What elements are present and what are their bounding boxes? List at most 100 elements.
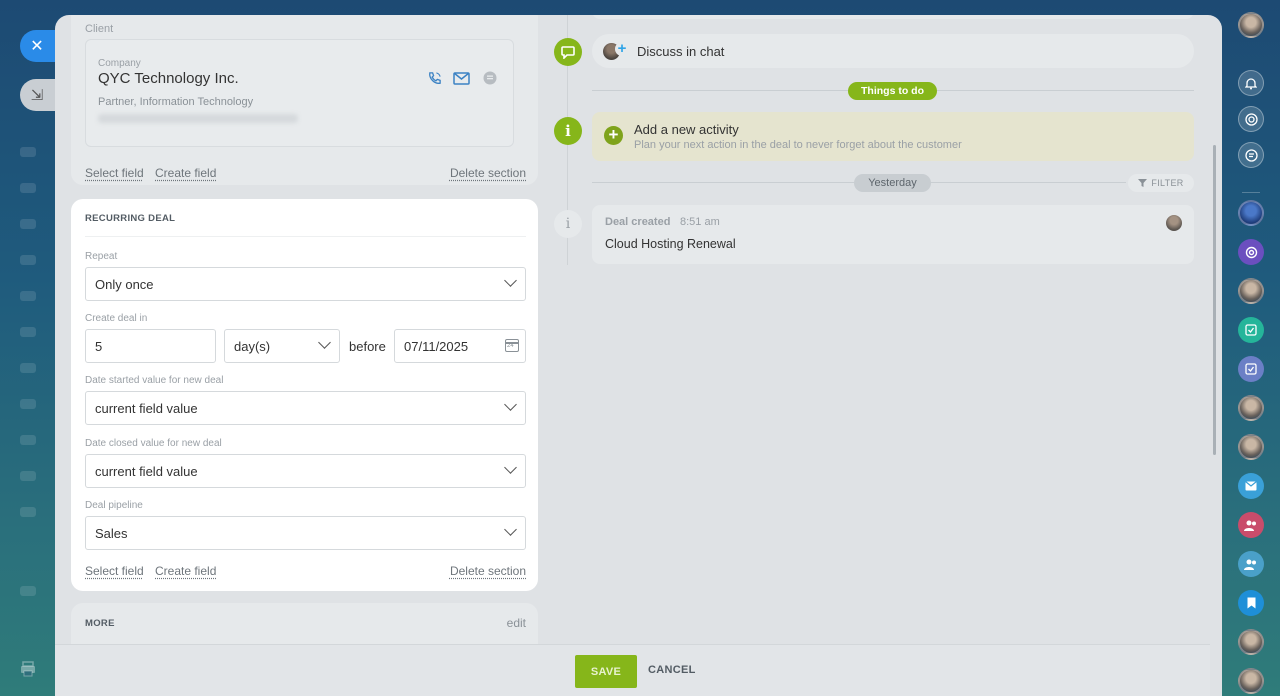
repeat-value: Only once <box>95 276 154 292</box>
deal-created-label: Deal created <box>605 216 671 228</box>
add-activity-card[interactable]: + Add a new activity Plan your next acti… <box>592 112 1194 161</box>
delete-section-link[interactable]: Delete section <box>450 564 526 578</box>
avatar[interactable] <box>1238 629 1264 655</box>
date-value: 07/11/2025 <box>404 338 469 354</box>
chevron-down-icon <box>504 461 517 474</box>
delete-section-link[interactable]: Delete section <box>450 166 526 180</box>
check-icon[interactable] <box>1238 317 1264 343</box>
create-field-link[interactable]: Create field <box>155 564 216 578</box>
discuss-in-chat-row[interactable]: + Discuss in chat <box>592 34 1194 68</box>
check-icon[interactable] <box>1238 356 1264 382</box>
nav-placeholder[interactable] <box>20 147 36 157</box>
deal-slider-panel: Client Company QYC Technology Inc. Partn… <box>55 15 1222 696</box>
avatar[interactable] <box>1166 215 1182 231</box>
date-started-label: Date started value for new deal <box>85 375 224 386</box>
info-icon: i <box>554 210 582 238</box>
filter-label: FILTER <box>1151 178 1184 188</box>
chat-bubble-icon <box>554 38 582 66</box>
deal-pipeline-select[interactable]: Sales <box>85 516 526 550</box>
nav-placeholder[interactable] <box>20 219 36 229</box>
bell-icon[interactable] <box>1238 70 1264 96</box>
select-field-link[interactable]: Select field <box>85 166 144 180</box>
repeat-label: Repeat <box>85 251 118 262</box>
avatar[interactable] <box>1238 200 1264 226</box>
company-subtitle: Partner, Information Technology <box>98 96 254 108</box>
nav-placeholder[interactable] <box>20 183 36 193</box>
mail-icon[interactable] <box>452 70 470 86</box>
avatar[interactable] <box>1238 668 1264 694</box>
filter-icon <box>1138 179 1148 187</box>
at-icon[interactable] <box>1238 239 1264 265</box>
date-started-value: current field value <box>95 400 198 416</box>
nav-placeholder[interactable] <box>20 507 36 517</box>
left-strip: ✕ ⇲ <box>0 0 60 696</box>
chevron-down-icon <box>504 523 517 536</box>
add-participant-icon[interactable]: + <box>615 41 629 56</box>
minimize-slider-button[interactable]: ⇲ <box>20 79 60 111</box>
nav-placeholder[interactable] <box>20 327 36 337</box>
date-closed-select[interactable]: current field value <box>85 454 526 488</box>
nav-placeholder[interactable] <box>20 471 36 481</box>
nav-placeholder[interactable] <box>20 363 36 373</box>
footer-bar: SAVE CANCEL <box>55 644 1210 696</box>
deal-created-card[interactable]: Deal created 8:51 am Cloud Hosting Renew… <box>592 205 1194 264</box>
blurred-contact-info <box>98 114 298 123</box>
select-field-link[interactable]: Select field <box>85 564 144 578</box>
cancel-button[interactable]: CANCEL <box>648 664 696 676</box>
user-avatar[interactable] <box>1238 12 1264 38</box>
avatar[interactable] <box>1238 395 1264 421</box>
deal-name: Cloud Hosting Renewal <box>605 237 736 251</box>
nav-placeholder[interactable] <box>20 399 36 409</box>
nav-placeholder[interactable] <box>20 435 36 445</box>
divider <box>85 236 526 237</box>
date-started-select[interactable]: current field value <box>85 391 526 425</box>
section-title: MORE <box>85 618 115 629</box>
phone-icon[interactable] <box>426 70 442 86</box>
print-icon[interactable] <box>20 661 36 677</box>
divider <box>1242 192 1260 193</box>
bookmark-icon[interactable] <box>1238 590 1264 616</box>
recurring-deal-section: RECURRING DEAL Repeat Only once Create d… <box>71 199 538 591</box>
company-label: Company <box>98 58 141 69</box>
nav-placeholder[interactable] <box>20 291 36 301</box>
close-icon: ✕ <box>30 38 44 55</box>
mail-icon[interactable] <box>1238 473 1264 499</box>
before-date-input[interactable]: 07/11/2025 <box>394 329 526 363</box>
scrollbar[interactable] <box>1213 145 1216 455</box>
chevron-down-icon <box>504 398 517 411</box>
date-closed-label: Date closed value for new deal <box>85 438 222 449</box>
group-icon[interactable] <box>1238 551 1264 577</box>
number-value: 5 <box>95 338 103 354</box>
calendar-icon[interactable] <box>505 339 519 352</box>
group-icon[interactable] <box>1238 512 1264 538</box>
add-activity-title: Add a new activity <box>634 122 739 137</box>
repeat-select[interactable]: Only once <box>85 267 526 301</box>
edit-link[interactable]: edit <box>507 616 526 630</box>
info-icon: i <box>554 117 582 145</box>
before-label: before <box>349 339 386 354</box>
target-icon[interactable] <box>1238 106 1264 132</box>
create-deal-in-number-input[interactable]: 5 <box>85 329 216 363</box>
client-section: Client Company QYC Technology Inc. Partn… <box>71 15 538 185</box>
messenger-icon[interactable] <box>482 70 498 86</box>
company-name[interactable]: QYC Technology Inc. <box>98 70 239 87</box>
nav-placeholder[interactable] <box>20 255 36 265</box>
minimize-icon: ⇲ <box>30 87 44 104</box>
filter-button[interactable]: FILTER <box>1128 174 1194 192</box>
save-button[interactable]: SAVE <box>575 655 637 688</box>
nav-placeholder[interactable] <box>20 586 36 596</box>
deal-pipeline-label: Deal pipeline <box>85 500 143 511</box>
avatar[interactable] <box>1238 278 1264 304</box>
create-field-link[interactable]: Create field <box>155 166 216 180</box>
deal-created-time: 8:51 am <box>680 216 720 228</box>
section-title: RECURRING DEAL <box>85 213 176 224</box>
create-deal-in-unit-select[interactable]: day(s) <box>224 329 340 363</box>
chevron-down-icon <box>504 274 517 287</box>
discuss-in-chat-label: Discuss in chat <box>637 44 725 59</box>
client-company-box[interactable]: Company QYC Technology Inc. Partner, Inf… <box>85 39 514 147</box>
create-deal-in-label: Create deal in <box>85 313 148 324</box>
add-activity-subtitle: Plan your next action in the deal to nev… <box>634 139 962 151</box>
avatar[interactable] <box>1238 434 1264 460</box>
chat-icon[interactable] <box>1238 142 1264 168</box>
close-slider-button[interactable]: ✕ <box>20 30 60 62</box>
